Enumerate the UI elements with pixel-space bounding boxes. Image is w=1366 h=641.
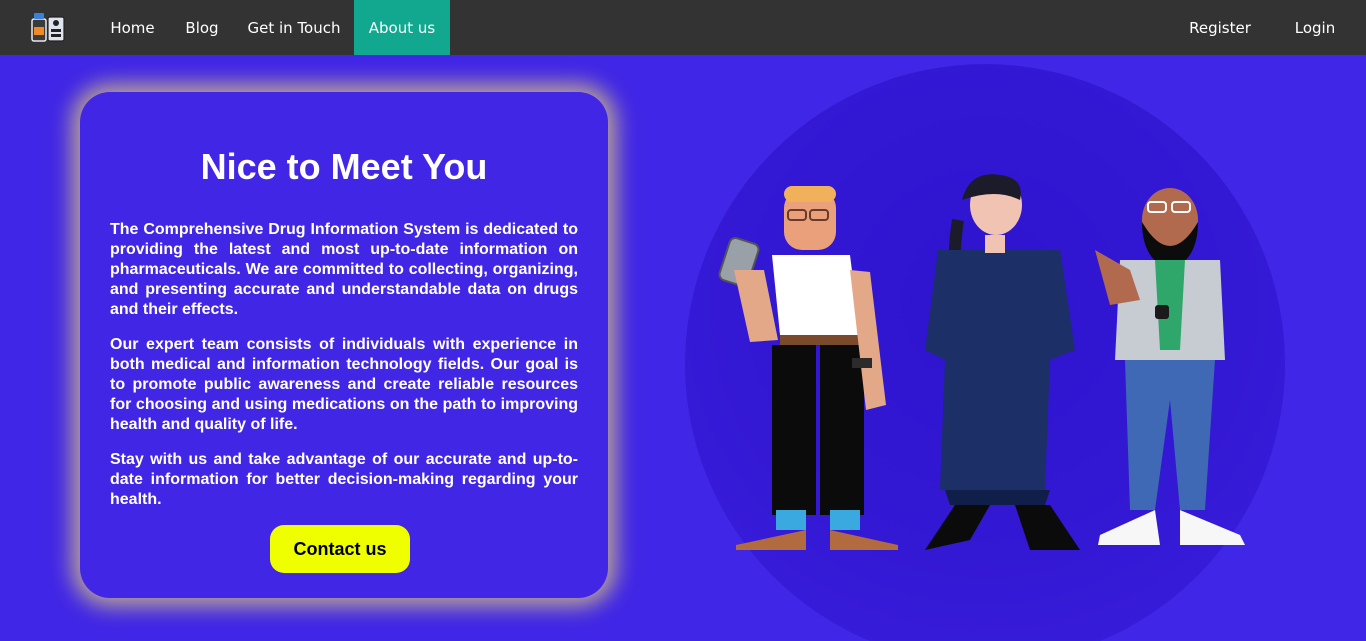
about-card: Nice to Meet You The Comprehensive Drug … [80,92,608,598]
about-paragraph-1: The Comprehensive Drug Information Syste… [110,221,578,318]
nav-blog-link[interactable]: Blog [170,0,234,55]
about-paragraph-2: Our expert team consists of individuals … [110,336,578,433]
nav-about-us-link[interactable]: About us [354,0,450,55]
navbar: Home Blog Get in Touch About us Register… [0,0,1366,55]
person-3-figure [1095,188,1245,545]
nav-home-link[interactable]: Home [95,0,170,55]
about-paragraph-3: Stay with us and take advantage of our a… [110,451,578,508]
person-1-figure [718,186,898,550]
team-illustration [718,174,1245,550]
about-title: Nice to Meet You [200,146,488,187]
person-2-figure [925,174,1080,550]
pharmacy-logo-icon[interactable] [30,9,66,45]
nav-login-link[interactable]: Login [1280,0,1350,55]
nav-register-link[interactable]: Register [1176,0,1264,55]
nav-get-in-touch-link[interactable]: Get in Touch [234,0,354,55]
contact-us-button[interactable]: Contact us [270,525,410,573]
